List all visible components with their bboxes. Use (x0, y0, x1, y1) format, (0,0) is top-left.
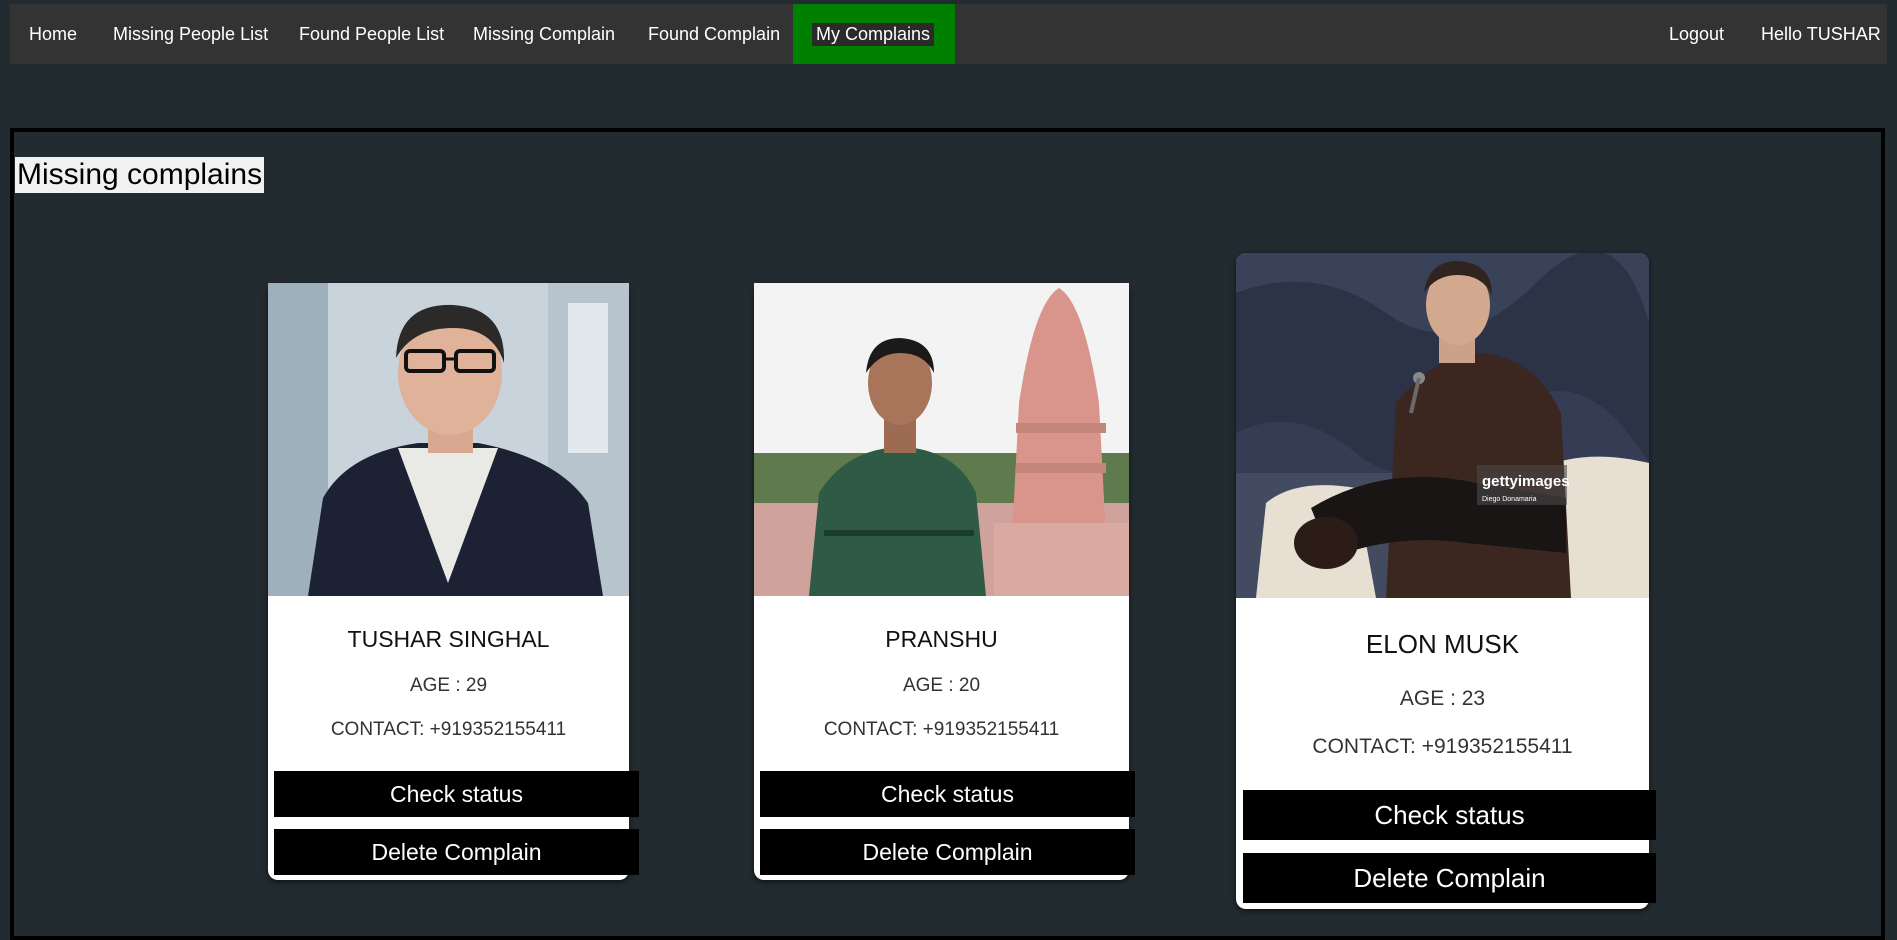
complaint-card: PRANSHU AGE : 20 CONTACT: +919352155411 … (754, 283, 1135, 880)
person-contact: CONTACT: +919352155411 (330, 719, 567, 740)
nav-my-complains-label: My Complains (812, 23, 935, 46)
delete-complain-button[interactable]: Delete Complain (274, 829, 639, 875)
check-status-button[interactable]: Check status (760, 771, 1135, 817)
nav-found-people-list[interactable]: Found People List (299, 4, 444, 64)
person-name: PRANSHU (885, 626, 998, 652)
person-age: AGE : 23 (1399, 687, 1486, 710)
nav-missing-people-list[interactable]: Missing People List (113, 4, 268, 64)
person-photo (754, 283, 1129, 596)
check-status-button[interactable]: Check status (1243, 790, 1656, 840)
top-navbar: Home Missing People List Found People Li… (10, 4, 1887, 64)
nav-logout[interactable]: Logout (1669, 4, 1724, 64)
nav-my-complains[interactable]: My Complains (793, 4, 955, 64)
nav-user-greeting[interactable]: Hello TUSHAR (1761, 4, 1881, 64)
person-photo (268, 283, 629, 596)
nav-home[interactable]: Home (29, 4, 77, 64)
section-title: Missing complains (15, 157, 265, 193)
person-contact: CONTACT: +919352155411 (823, 719, 1060, 740)
person-age: AGE : 20 (902, 675, 981, 696)
person-contact: CONTACT: +919352155411 (1312, 735, 1573, 758)
delete-complain-button[interactable]: Delete Complain (1243, 853, 1656, 903)
complaint-card: TUSHAR SINGHAL AGE : 29 CONTACT: +919352… (268, 283, 639, 880)
person-name: ELON MUSK (1365, 629, 1520, 659)
person-name: TUSHAR SINGHAL (347, 626, 550, 652)
nav-missing-complain[interactable]: Missing Complain (473, 4, 615, 64)
check-status-button[interactable]: Check status (274, 771, 639, 817)
complaint-card: gettyimages Diego Donamaria ELON MUSK AG… (1236, 253, 1656, 909)
getty-watermark-credit: Diego Donamaria (1482, 496, 1537, 503)
person-photo: gettyimages Diego Donamaria (1236, 253, 1649, 598)
delete-complain-button[interactable]: Delete Complain (760, 829, 1135, 875)
getty-watermark-logo: gettyimages (1482, 473, 1570, 490)
nav-found-complain[interactable]: Found Complain (648, 4, 780, 64)
person-age: AGE : 29 (409, 675, 488, 696)
